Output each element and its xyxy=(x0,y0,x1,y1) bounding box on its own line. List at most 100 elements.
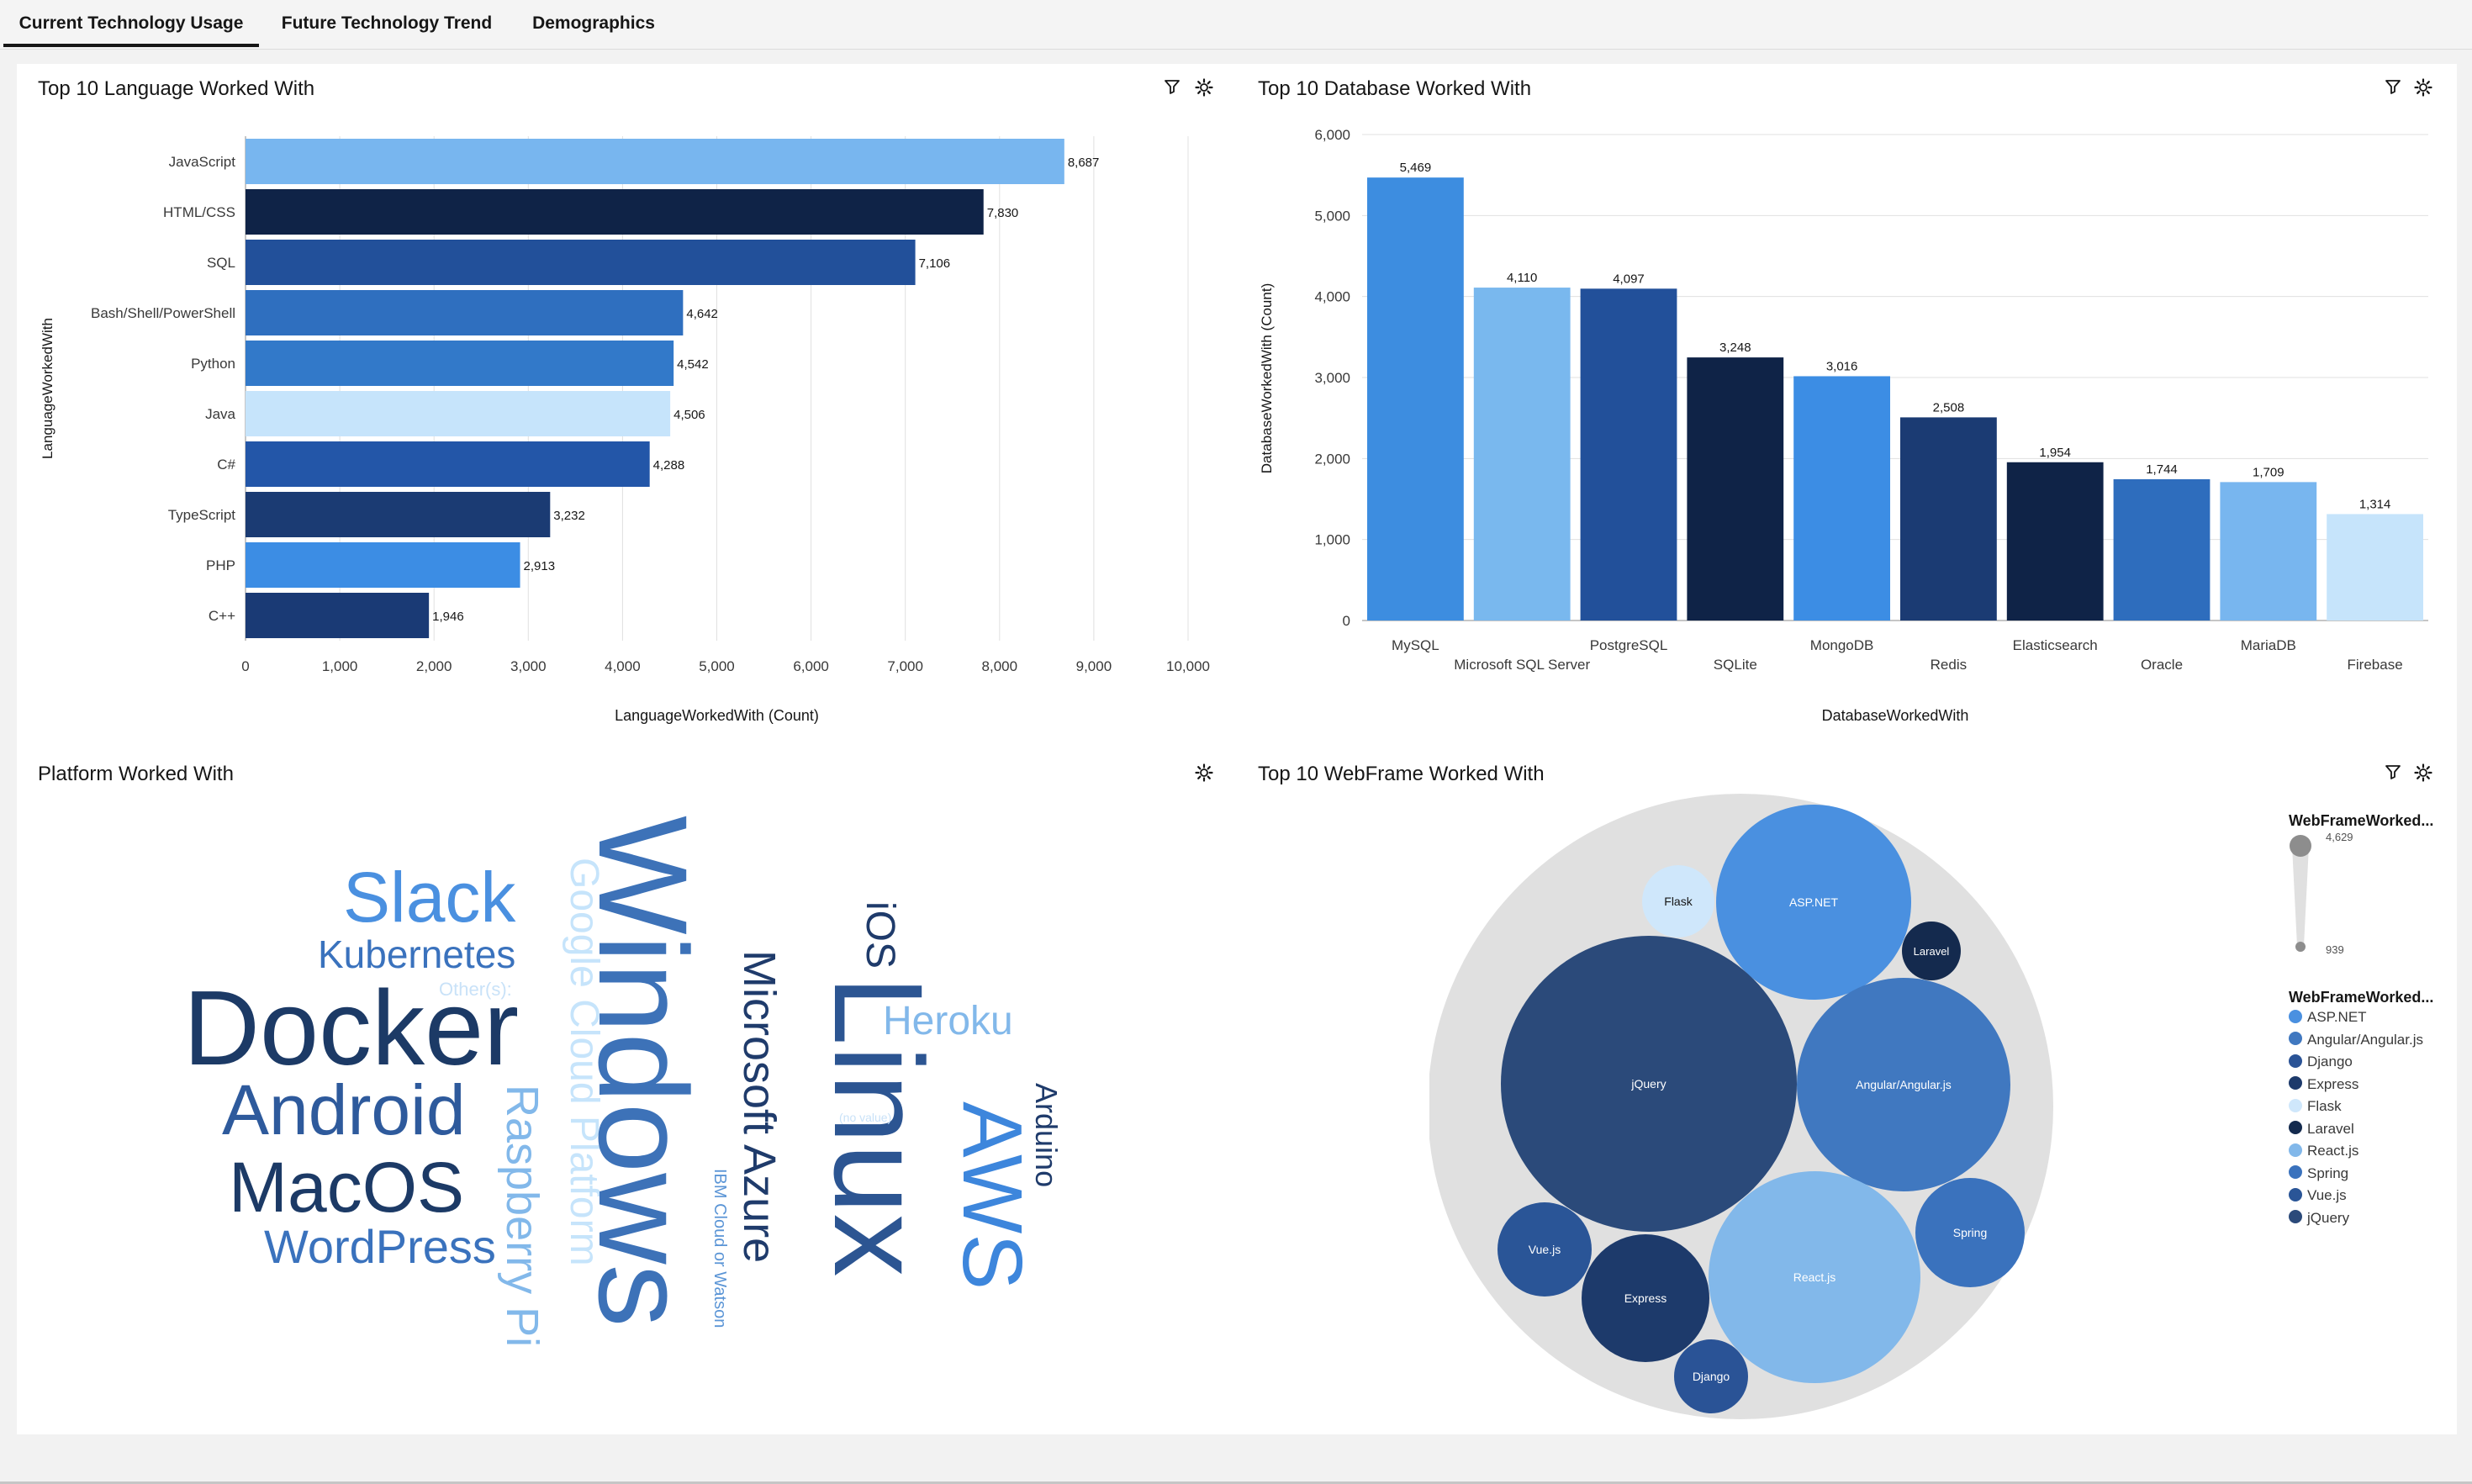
x-axis-title: LanguageWorkedWith (Count) xyxy=(615,707,819,724)
gear-icon[interactable] xyxy=(2411,77,2435,101)
x-tick-label: 10,000 xyxy=(1166,658,1210,674)
bar-value-label: 7,830 xyxy=(987,206,1019,220)
bar xyxy=(246,139,1064,184)
x-tick-label: Oracle xyxy=(2141,657,2183,673)
webframe-bubble-chart: ASP.NET Angular/Angular.js Django Express Fl… xyxy=(1429,794,2053,1419)
x-tick-label: 5,000 xyxy=(699,658,735,674)
legend-swatch xyxy=(2289,1165,2302,1180)
bar xyxy=(2006,462,2104,621)
bar-value-label: 4,506 xyxy=(673,408,705,422)
bar xyxy=(2113,478,2211,621)
legend-item[interactable]: Django xyxy=(2289,1052,2353,1072)
legend-item[interactable]: Flask xyxy=(2289,1096,2342,1117)
bubble-label: React.js xyxy=(1793,1270,1836,1284)
legend-swatch xyxy=(2289,1143,2302,1157)
bar-value-label: 3,248 xyxy=(1719,341,1751,355)
y-tick-label: 3,000 xyxy=(1314,370,1350,386)
legend-item[interactable]: jQuery xyxy=(2289,1208,2349,1228)
legend-item[interactable]: Angular/Angular.js xyxy=(2289,1030,2423,1050)
x-tick-label: Elasticsearch xyxy=(2013,637,2098,653)
y-tick-label: HTML/CSS xyxy=(163,204,235,220)
legend-item[interactable]: Spring xyxy=(2289,1164,2348,1184)
webframe-widget-title: Top 10 WebFrame Worked With xyxy=(1258,763,1545,785)
filter-icon[interactable] xyxy=(1160,77,1184,101)
size-legend-max-dot xyxy=(2290,835,2311,857)
tab-future-technology-trend[interactable]: Future Technology Trend xyxy=(271,0,503,47)
y-tick-label: C++ xyxy=(209,608,235,624)
gear-icon[interactable] xyxy=(1192,77,1216,101)
y-tick-label: 6,000 xyxy=(1314,127,1350,143)
legend-item[interactable]: React.js xyxy=(2289,1141,2358,1161)
legend-swatch xyxy=(2289,1054,2302,1068)
bubble-label: Angular/Angular.js xyxy=(1856,1078,1952,1091)
legend-swatch xyxy=(2289,1098,2302,1112)
x-tick-label: 6,000 xyxy=(793,658,829,674)
legend-label: Angular/Angular.js xyxy=(2307,1031,2423,1048)
database-bar-chart: 0 1,000 2,000 3,000 4,000 5,000 6,000 5,469 MySQ… xyxy=(1259,127,2428,724)
bar xyxy=(1687,357,1784,621)
y-tick-label: TypeScript xyxy=(168,507,236,523)
legend-label: Laravel xyxy=(2307,1120,2354,1137)
x-tick-label: 0 xyxy=(241,658,249,674)
bubble-label: Express xyxy=(1624,1291,1667,1305)
tab-demographics[interactable]: Demographics xyxy=(520,0,668,47)
y-tick-label: Python xyxy=(191,356,235,372)
bar-value-label: 5,469 xyxy=(1400,161,1432,175)
y-tick-label: 5,000 xyxy=(1314,208,1350,224)
legend-item[interactable]: Vue.js xyxy=(2289,1186,2347,1206)
bar-value-label: 1,954 xyxy=(2039,446,2071,460)
bar xyxy=(1580,288,1677,621)
bar xyxy=(2327,514,2423,621)
bar xyxy=(246,290,684,335)
x-tick-label: MariaDB xyxy=(2241,637,2296,653)
legend-swatch xyxy=(2289,1187,2302,1201)
bar-value-label: 4,542 xyxy=(677,357,709,372)
legend-item[interactable]: Laravel xyxy=(2289,1119,2354,1139)
bar-value-label: 1,709 xyxy=(2253,465,2284,479)
y-tick-label: SQL xyxy=(207,255,235,271)
bar xyxy=(246,341,674,386)
x-tick-label: 3,000 xyxy=(510,658,547,674)
legend-swatch xyxy=(2289,1076,2302,1091)
legend-label: Vue.js xyxy=(2307,1187,2347,1203)
legend-label: Flask xyxy=(2307,1098,2342,1114)
x-tick-label: 2,000 xyxy=(416,658,452,674)
x-tick-label: 8,000 xyxy=(982,658,1018,674)
filter-icon[interactable] xyxy=(2381,763,2405,786)
bar-value-label: 1,744 xyxy=(2146,462,2178,477)
bubble-label: Vue.js xyxy=(1529,1243,1561,1256)
bar xyxy=(246,542,520,588)
x-tick-label: 1,000 xyxy=(322,658,358,674)
y-tick-label: 2,000 xyxy=(1314,451,1350,467)
gear-icon[interactable] xyxy=(1192,763,1216,786)
bubble-label: Django xyxy=(1693,1370,1730,1383)
bubble-label: Spring xyxy=(1953,1226,1987,1239)
filter-icon[interactable] xyxy=(2381,77,2405,101)
tab-current-technology-usage[interactable]: Current Technology Usage xyxy=(3,0,259,47)
x-tick-label: PostgreSQL xyxy=(1590,637,1668,653)
legend-item[interactable]: Express xyxy=(2289,1075,2358,1095)
database-widget-title: Top 10 Database Worked With xyxy=(1258,77,1532,100)
legend-label: Django xyxy=(2307,1054,2353,1069)
tab-bar: Current Technology Usage Future Technolo… xyxy=(0,0,2472,50)
bar xyxy=(246,189,984,235)
bar-value-label: 1,946 xyxy=(432,610,464,624)
y-tick-label: Java xyxy=(205,406,235,422)
legend-item[interactable]: ASP.NET xyxy=(2289,1007,2367,1027)
x-tick-label: MongoDB xyxy=(1810,637,1874,653)
legend-label: ASP.NET xyxy=(2307,1009,2367,1025)
bar xyxy=(246,441,650,487)
bubble-label: jQuery xyxy=(1630,1077,1666,1091)
bubble-label: Flask xyxy=(1664,895,1693,908)
bubble-label: ASP.NET xyxy=(1789,895,1839,909)
bar-value-label: 2,508 xyxy=(1933,400,1965,415)
x-tick-label: Firebase xyxy=(2348,657,2403,673)
bar-value-label: 4,642 xyxy=(686,307,718,321)
x-axis-title: DatabaseWorkedWith xyxy=(1822,707,1969,724)
bar-value-label: 4,097 xyxy=(1613,272,1645,286)
gear-icon[interactable] xyxy=(2411,763,2435,786)
x-tick-label: 9,000 xyxy=(1076,658,1112,674)
y-tick-label: JavaScript xyxy=(169,154,236,170)
bar-value-label: 7,106 xyxy=(919,256,951,271)
platform-widget-title: Platform Worked With xyxy=(38,763,234,785)
